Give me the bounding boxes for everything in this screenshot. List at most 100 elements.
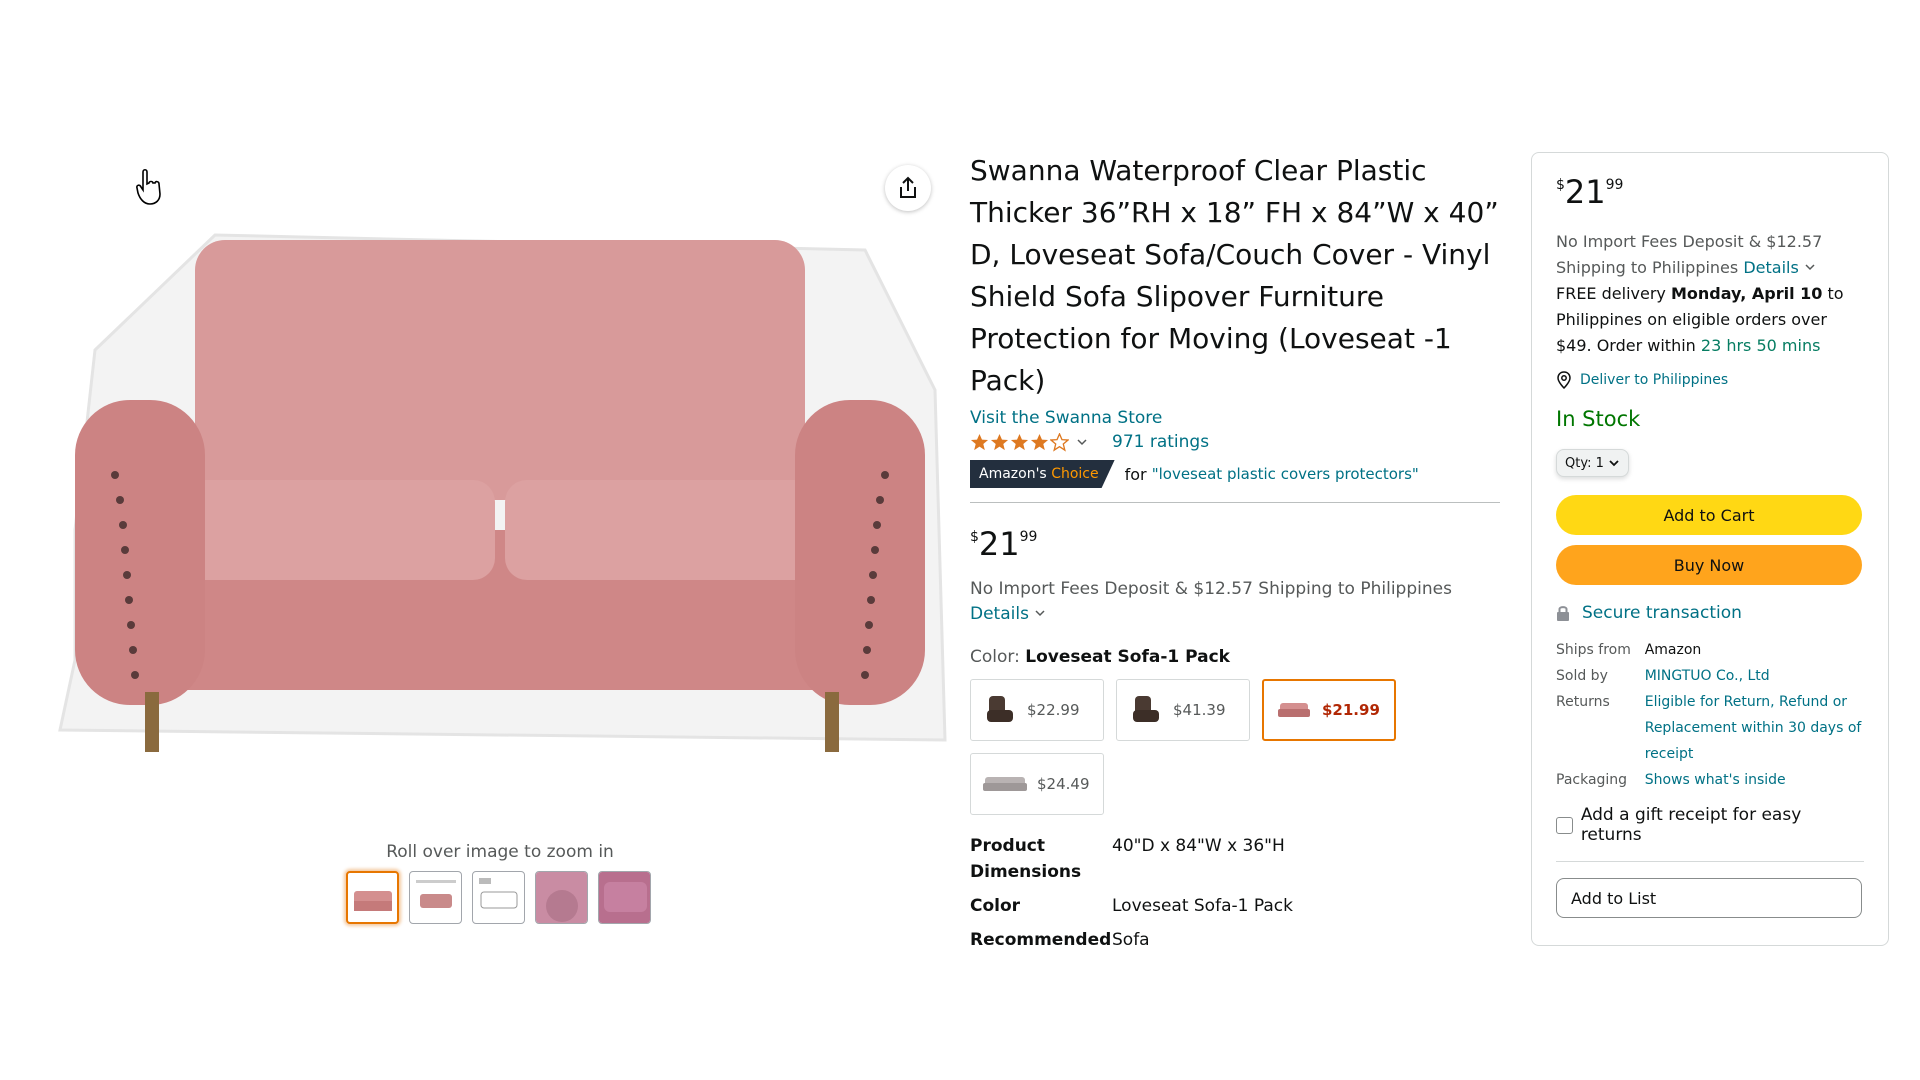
badge-choice: Choice — [1051, 466, 1099, 482]
swatch-option[interactable]: $22.99 — [970, 679, 1104, 741]
swatch-option[interactable]: $24.49 — [970, 753, 1104, 815]
buybox-price: $ 21 99 — [1556, 173, 1864, 211]
info-value: Amazon — [1644, 642, 1702, 658]
rating-row: 971 ratings — [970, 432, 1500, 452]
spec-row: Recommended Sofa — [970, 927, 1500, 953]
info-label: Returns — [1556, 694, 1610, 710]
color-label-text: Color: — [970, 647, 1020, 667]
main-product-image[interactable] — [55, 230, 955, 770]
product-title: Swanna Waterproof Clear Plastic Thicker … — [970, 154, 1499, 397]
buy-now-button[interactable]: Buy Now — [1556, 545, 1862, 585]
star-empty-icon — [1050, 432, 1069, 452]
thumbnail-4[interactable] — [535, 871, 588, 924]
product-details: Swanna Waterproof Clear Plastic Thicker … — [970, 150, 1500, 961]
returns-link[interactable]: Eligible for Return, Refund or Replaceme… — [1645, 689, 1864, 767]
spec-key: Color — [970, 896, 1021, 916]
product-specs: Product Dimensions 40"D x 84"W x 36"H Co… — [970, 833, 1500, 953]
info-row: Returns Eligible for Return, Refund or R… — [1556, 689, 1864, 767]
details-link[interactable]: Details — [970, 604, 1029, 624]
hand-cursor-icon — [134, 168, 164, 208]
shipping-info: No Import Fees Deposit & $12.57 Shipping… — [970, 577, 1500, 627]
thumbnail-3[interactable] — [472, 871, 525, 924]
ratings-count-link[interactable]: 971 ratings — [1112, 432, 1209, 452]
star-icon — [970, 433, 989, 450]
info-row: Packaging Shows what's inside — [1556, 767, 1864, 793]
price-symbol: $ — [1556, 177, 1565, 193]
delivery-info: FREE delivery Monday, April 10 to Philip… — [1556, 281, 1864, 359]
star-icon — [1010, 433, 1029, 450]
seller-info: Ships from Amazon Sold by MINGTUO Co., L… — [1556, 637, 1864, 793]
divider — [1556, 861, 1864, 862]
loveseat-icon — [1278, 703, 1310, 717]
gift-receipt-row[interactable]: Add a gift receipt for easy returns — [1556, 805, 1864, 845]
info-row: Sold by MINGTUO Co., Ltd — [1556, 663, 1864, 689]
store-link[interactable]: Visit the Swanna Store — [970, 408, 1500, 428]
share-button[interactable] — [885, 165, 931, 211]
secure-transaction[interactable]: Secure transaction — [1556, 603, 1864, 623]
deliver-to-row[interactable]: Deliver to Philippines — [1556, 371, 1864, 389]
price-symbol: $ — [970, 529, 979, 545]
swatch-option[interactable]: $41.39 — [1116, 679, 1250, 741]
choice-query-link[interactable]: "loveseat plastic covers protectors" — [1152, 465, 1419, 483]
star-icon — [1030, 433, 1049, 450]
countdown: 23 hrs 50 mins — [1700, 336, 1821, 355]
color-swatches: $22.99 $41.39 $21.99 $24.49 — [970, 679, 1420, 815]
spec-value: Sofa — [1112, 930, 1150, 950]
amazons-choice-row: Amazon's Choice for "loveseat plastic co… — [970, 460, 1500, 488]
thumbnail-2[interactable] — [409, 871, 462, 924]
zoom-hint: Roll over image to zoom in — [386, 842, 614, 862]
stock-status: In Stock — [1556, 407, 1641, 431]
spec-key: Product Dimensions — [970, 836, 1082, 882]
details-link[interactable]: Details — [1743, 258, 1798, 277]
spec-value: 40"D x 84"W x 36"H — [1112, 836, 1285, 856]
badge-prefix: Amazon's — [979, 466, 1047, 482]
thumbnail-1[interactable] — [346, 871, 399, 924]
amazons-choice-badge: Amazon's Choice — [970, 460, 1115, 488]
packaging-link[interactable]: Shows what's inside — [1645, 767, 1864, 793]
buybox-shipping: No Import Fees Deposit & $12.57 Shipping… — [1556, 229, 1864, 281]
add-to-cart-button[interactable]: Add to Cart — [1556, 495, 1862, 535]
divider — [970, 502, 1500, 503]
add-to-list-button[interactable]: Add to List — [1556, 878, 1862, 918]
price-fraction: 99 — [1019, 529, 1038, 545]
info-row: Ships from Amazon — [1556, 637, 1864, 663]
spec-value: Loveseat Sofa-1 Pack — [1112, 896, 1293, 916]
qty-label: Qty: 1 — [1565, 455, 1604, 471]
price-fraction: 99 — [1605, 177, 1624, 193]
info-label: Sold by — [1556, 668, 1608, 684]
spec-row: Product Dimensions 40"D x 84"W x 36"H — [970, 833, 1500, 885]
quantity-select[interactable]: Qty: 1 — [1556, 449, 1629, 477]
swatch-price: $41.39 — [1173, 701, 1226, 719]
color-value: Loveseat Sofa-1 Pack — [1025, 647, 1230, 667]
chevron-down-icon — [1077, 438, 1087, 445]
delivery-prefix: FREE delivery — [1556, 284, 1666, 303]
swatch-price: $22.99 — [1027, 701, 1080, 719]
chevron-down-icon — [1035, 610, 1045, 617]
delivery-date: Monday, April 10 — [1670, 284, 1823, 303]
gift-receipt-checkbox[interactable] — [1556, 816, 1573, 834]
location-pin-icon — [1557, 371, 1571, 389]
shipping-text: No Import Fees Deposit & $12.57 Shipping… — [970, 579, 1452, 599]
recliner-icon — [1133, 696, 1159, 722]
secure-transaction-link[interactable]: Secure transaction — [1582, 603, 1742, 623]
buy-box: $ 21 99 No Import Fees Deposit & $12.57 … — [1531, 152, 1889, 946]
price-whole: 21 — [1564, 173, 1606, 211]
price: $ 21 99 — [970, 525, 1500, 563]
thumbnail-strip — [346, 871, 651, 924]
price-whole: 21 — [978, 525, 1020, 563]
gift-receipt-label: Add a gift receipt for easy returns — [1580, 805, 1802, 845]
seller-link[interactable]: MINGTUO Co., Ltd — [1645, 663, 1864, 689]
choice-for-label: for — [1124, 464, 1147, 484]
star-rating[interactable] — [970, 432, 1088, 452]
swatch-option-selected[interactable]: $21.99 — [1262, 679, 1396, 741]
thumbnail-5[interactable] — [598, 871, 651, 924]
deliver-to-link[interactable]: Deliver to Philippines — [1580, 372, 1728, 388]
lock-icon — [1557, 606, 1569, 621]
spec-key: Recommended — [970, 930, 1112, 950]
info-label: Ships from — [1556, 642, 1631, 658]
spec-row: Color Loveseat Sofa-1 Pack — [970, 893, 1500, 919]
recliner-icon — [987, 696, 1013, 722]
color-label: Color: Loveseat Sofa-1 Pack — [970, 647, 1500, 667]
chevron-down-icon — [1609, 460, 1619, 467]
chevron-down-icon — [1805, 264, 1815, 271]
